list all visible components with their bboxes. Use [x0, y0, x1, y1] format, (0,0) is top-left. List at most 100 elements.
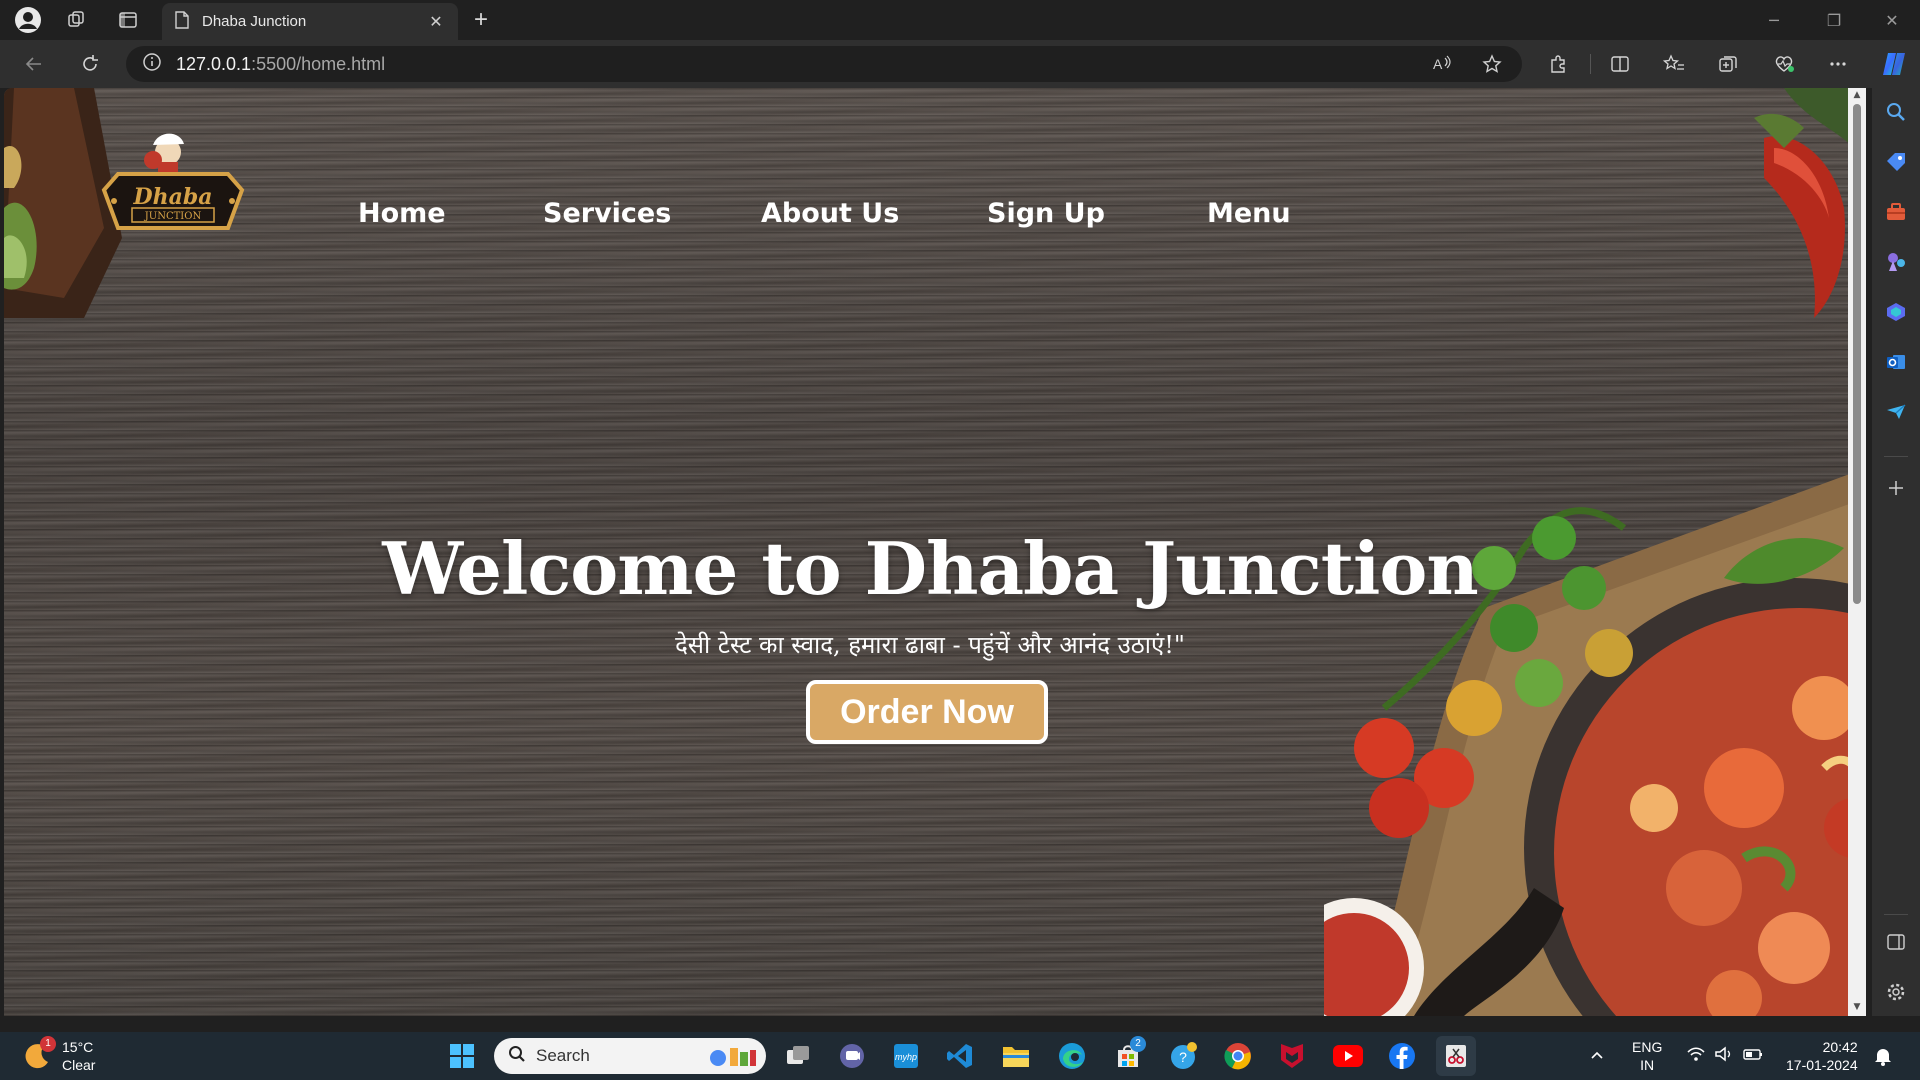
hero-subtitle: देसी टेस्ट का स्वाद, हमारा ढाबा - पहुंचे…: [675, 631, 1185, 659]
back-arrow-icon[interactable]: [16, 48, 52, 80]
refresh-icon[interactable]: [72, 48, 108, 80]
restore-icon[interactable]: ❐: [1806, 0, 1862, 40]
window-bottom-edge: [0, 1016, 1920, 1032]
page-scrollbar[interactable]: ▲ ▼: [1848, 88, 1866, 1016]
system-tray-status[interactable]: [1686, 1032, 1764, 1080]
weather-temp: 15°C: [62, 1039, 94, 1055]
drop-icon[interactable]: [1880, 396, 1912, 428]
tab-dhaba-junction[interactable]: Dhaba Junction ✕: [162, 3, 458, 40]
nav-menu[interactable]: Menu: [1207, 198, 1327, 229]
windows-start-icon[interactable]: [442, 1036, 482, 1076]
page-viewport: Dhaba JUNCTION Home Services About Us Si…: [4, 88, 1866, 1016]
search-magnifier-icon: [508, 1045, 526, 1067]
games-icon[interactable]: [1880, 246, 1912, 278]
more-options-icon[interactable]: [1820, 48, 1856, 80]
teams-chat-icon[interactable]: [832, 1036, 872, 1076]
facebook-icon[interactable]: [1382, 1036, 1422, 1076]
notification-bell-icon[interactable]: [1874, 1032, 1892, 1080]
microsoft-store-icon[interactable]: 2: [1108, 1036, 1148, 1076]
nav-home[interactable]: Home: [358, 198, 543, 229]
language-code: ENG: [1632, 1039, 1663, 1055]
hide-sidebar-icon[interactable]: [1880, 926, 1912, 958]
nav-about-us[interactable]: About Us: [761, 198, 987, 229]
hp-support-icon[interactable]: ?: [1164, 1036, 1204, 1076]
add-sidebar-app-icon[interactable]: [1880, 472, 1912, 504]
myhp-app-icon[interactable]: myhp: [886, 1036, 926, 1076]
weather-text: 15°C Clear: [62, 1038, 95, 1074]
file-explorer-icon[interactable]: [996, 1036, 1036, 1076]
tools-icon[interactable]: [1880, 196, 1912, 228]
profile-avatar-icon[interactable]: [12, 6, 44, 34]
wifi-icon: [1686, 1045, 1706, 1068]
vscode-icon[interactable]: [940, 1036, 980, 1076]
browser-tab-bar: Dhaba Junction ✕ + ─ ❐ ✕: [0, 0, 1920, 40]
search-label: Search: [536, 1046, 590, 1065]
workspaces-icon[interactable]: [60, 6, 92, 34]
search-icon[interactable]: [1880, 96, 1912, 128]
order-now-button[interactable]: Order Now: [806, 680, 1048, 744]
outlook-icon[interactable]: [1880, 346, 1912, 378]
snipping-tool-icon[interactable]: [1436, 1036, 1476, 1076]
sidebar-settings-gear-icon[interactable]: [1880, 976, 1912, 1008]
chrome-icon[interactable]: [1218, 1036, 1258, 1076]
youtube-icon[interactable]: [1328, 1036, 1368, 1076]
show-hidden-icons[interactable]: [1588, 1032, 1606, 1080]
logo-text: Dhaba: [133, 184, 213, 210]
scroll-down-icon[interactable]: ▼: [1852, 1002, 1862, 1012]
toolbar-divider: [1590, 54, 1591, 74]
svg-text:myhp: myhp: [895, 1052, 917, 1062]
sidebar-divider: [1884, 914, 1908, 915]
page-document-icon: [174, 10, 190, 33]
microsoft-365-icon[interactable]: [1880, 296, 1912, 328]
close-window-icon[interactable]: ✕: [1864, 0, 1920, 40]
vertical-tabs-icon[interactable]: [112, 6, 144, 34]
dhaba-junction-logo[interactable]: Dhaba JUNCTION: [98, 130, 248, 260]
url-host: 127.0.0.1: [176, 53, 252, 74]
nav-services[interactable]: Services: [543, 198, 761, 229]
hero-title: Welcome to Dhaba Junction: [382, 526, 1479, 611]
collections-icon[interactable]: [1710, 48, 1746, 80]
split-screen-icon[interactable]: [1602, 48, 1638, 80]
favorites-list-icon[interactable]: [1656, 48, 1692, 80]
address-bar[interactable]: 127.0.0.1:5500/home.html: [126, 46, 1522, 82]
language-region: IN: [1640, 1057, 1655, 1073]
task-view-icon[interactable]: [778, 1036, 818, 1076]
scroll-up-icon[interactable]: ▲: [1852, 90, 1862, 100]
svg-text:?: ?: [1179, 1049, 1187, 1065]
shopping-tag-icon[interactable]: [1880, 146, 1912, 178]
volume-icon: [1714, 1045, 1734, 1068]
battery-icon: [1742, 1045, 1764, 1068]
favorite-star-icon[interactable]: [1474, 46, 1510, 82]
clock[interactable]: 20:42 17-01-2024: [1786, 1032, 1858, 1080]
logo-subtext: JUNCTION: [144, 211, 202, 222]
clock-time: 20:42: [1822, 1039, 1858, 1055]
moon-weather-icon: 1: [22, 1036, 56, 1072]
mcafee-icon[interactable]: [1272, 1036, 1312, 1076]
scroll-thumb[interactable]: [1853, 104, 1861, 604]
new-tab-button[interactable]: +: [466, 6, 496, 34]
sidebar-divider: [1884, 456, 1908, 457]
svg-text:A: A: [1433, 56, 1443, 72]
language-indicator[interactable]: ENG IN: [1632, 1032, 1662, 1080]
browser-essentials-icon[interactable]: [1766, 48, 1802, 80]
windows-taskbar: 1 15°C Clear Search myhp 2 ? ENG IN 20:4…: [0, 1032, 1920, 1080]
weather-alert-badge: 1: [40, 1036, 56, 1052]
weather-widget[interactable]: 1 15°C Clear: [22, 1032, 95, 1080]
seafood-pan-decoration: [1324, 468, 1866, 1016]
nav-sign-up[interactable]: Sign Up: [987, 198, 1207, 229]
taskbar-search-box[interactable]: Search: [494, 1038, 766, 1074]
copilot-icon[interactable]: [1876, 48, 1912, 80]
edge-browser-icon[interactable]: [1052, 1036, 1092, 1076]
site-info-icon[interactable]: [142, 52, 162, 76]
search-highlight-icon: [704, 1042, 758, 1074]
store-update-badge: 2: [1130, 1036, 1146, 1052]
main-nav: Home Services About Us Sign Up Menu: [358, 198, 1327, 229]
tab-close-icon[interactable]: ✕: [426, 12, 446, 32]
url-text: 127.0.0.1:5500/home.html: [176, 54, 385, 75]
tab-title: Dhaba Junction: [202, 13, 307, 30]
url-path: :5500/home.html: [251, 53, 386, 74]
minimize-icon[interactable]: ─: [1746, 0, 1802, 40]
clock-date: 17-01-2024: [1786, 1057, 1858, 1073]
read-aloud-icon[interactable]: A: [1424, 46, 1460, 82]
extensions-icon[interactable]: [1540, 48, 1576, 80]
